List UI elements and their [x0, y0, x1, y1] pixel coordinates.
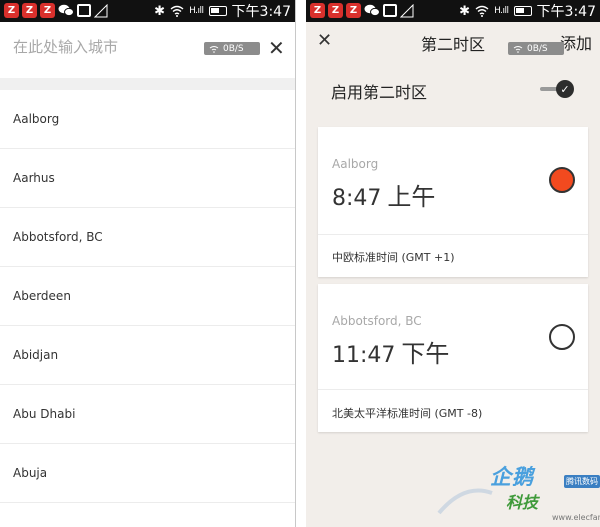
list-item[interactable]: Aberdeen [0, 267, 295, 326]
box-icon [383, 4, 397, 17]
divider [318, 234, 588, 235]
add-button[interactable]: 添加 [560, 30, 592, 54]
city-search-input[interactable] [13, 38, 193, 56]
list-item[interactable]: Aalborg [0, 90, 295, 149]
watermark-logo: 企鹅 腾讯数码 科技 www.elecfans.com [434, 455, 600, 527]
wechat-icon [58, 4, 74, 17]
signal-bars-icon [400, 3, 414, 17]
list-item[interactable]: Abuja [0, 444, 295, 503]
signal-bars-icon [94, 3, 108, 17]
signal-text: H.ıll [494, 6, 509, 16]
network-speed-badge: 0B/S [508, 42, 564, 55]
notification-badge-icon: Z [328, 3, 343, 18]
clock: 下午3:47 [231, 4, 291, 20]
time-value: 8:47 [332, 186, 382, 211]
watermark-sub: 科技 [506, 493, 539, 512]
timezone-name: 北美太平洋标准时间 (GMT -8) [332, 407, 483, 420]
watermark-url: www.elecfans.com [552, 513, 600, 522]
timezone-name: 中欧标准时间 (GMT +1) [332, 251, 455, 264]
enable-second-timezone-row: 启用第二时区 ✓ [306, 72, 600, 108]
toggle-label: 启用第二时区 [331, 83, 428, 102]
notification-badge-icon: Z [22, 3, 37, 18]
city-list: Aalborg Aarhus Abbotsford, BC Aberdeen A… [0, 90, 295, 503]
timezone-card[interactable]: Abbotsford, BC 11:47 下午 北美太平洋标准时间 (GMT -8… [318, 284, 588, 432]
enable-second-timezone-toggle[interactable]: ✓ [540, 80, 574, 98]
signal-text: H.ıll [189, 6, 204, 16]
notification-badge-icon: Z [4, 3, 19, 18]
notification-badge-icon: Z [40, 3, 55, 18]
list-item[interactable]: Abidjan [0, 326, 295, 385]
box-icon [77, 4, 91, 17]
timezone-card[interactable]: Aalborg 8:47 上午 中欧标准时间 (GMT +1) [318, 127, 588, 277]
watermark-tag: 腾讯数码 [564, 475, 600, 488]
city-search-screen: Z Z Z ✱ H.ıll 下午3:47 0B/S ✕ Aalborg Aarh… [0, 0, 296, 527]
bluetooth-icon: ✱ [459, 3, 471, 19]
wifi-icon [170, 5, 184, 17]
battery-icon [208, 6, 227, 16]
list-item[interactable]: Abu Dhabi [0, 385, 295, 444]
bluetooth-icon: ✱ [154, 3, 166, 19]
screen-divider [296, 0, 306, 527]
divider [318, 389, 588, 390]
watermark-swoosh-icon [437, 488, 493, 515]
notification-badge-icon: Z [346, 3, 361, 18]
battery-icon [513, 6, 532, 16]
wifi-icon [513, 45, 523, 53]
checkmark-icon: ✓ [556, 80, 574, 98]
timezone-radio-selected[interactable] [549, 167, 575, 193]
wifi-icon [475, 5, 489, 17]
watermark-main: 企鹅 [490, 465, 534, 489]
list-item[interactable]: Aarhus [0, 149, 295, 208]
time-value: 11:47 [332, 343, 396, 368]
timezone-city: Aalborg [332, 157, 379, 171]
network-speed-badge: 0B/S [204, 42, 260, 55]
status-bar: Z Z Z ✱ H.ıll 下午3:47 [306, 0, 600, 22]
network-speed-text: 0B/S [223, 43, 244, 54]
wifi-icon [209, 45, 219, 53]
list-separator [0, 78, 295, 90]
timezone-time: 8:47 上午 [332, 177, 435, 212]
timezone-time: 11:47 下午 [332, 334, 449, 369]
status-bar: Z Z Z ✱ H.ıll 下午3:47 [0, 0, 295, 22]
clock: 下午3:47 [536, 4, 596, 20]
timezone-city: Abbotsford, BC [332, 314, 422, 328]
wechat-icon [364, 4, 380, 17]
network-speed-text: 0B/S [527, 43, 548, 54]
notification-badge-icon: Z [310, 3, 325, 18]
list-item[interactable]: Abbotsford, BC [0, 208, 295, 267]
time-period: 上午 [387, 183, 436, 211]
second-timezone-screen: Z Z Z ✱ H.ıll 下午3:47 ✕ 第二时区 添加 0B/S 启用第二… [306, 0, 600, 527]
clear-search-close-icon[interactable]: ✕ [268, 38, 285, 58]
time-period: 下午 [401, 340, 450, 368]
timezone-radio-unselected[interactable] [549, 324, 575, 350]
